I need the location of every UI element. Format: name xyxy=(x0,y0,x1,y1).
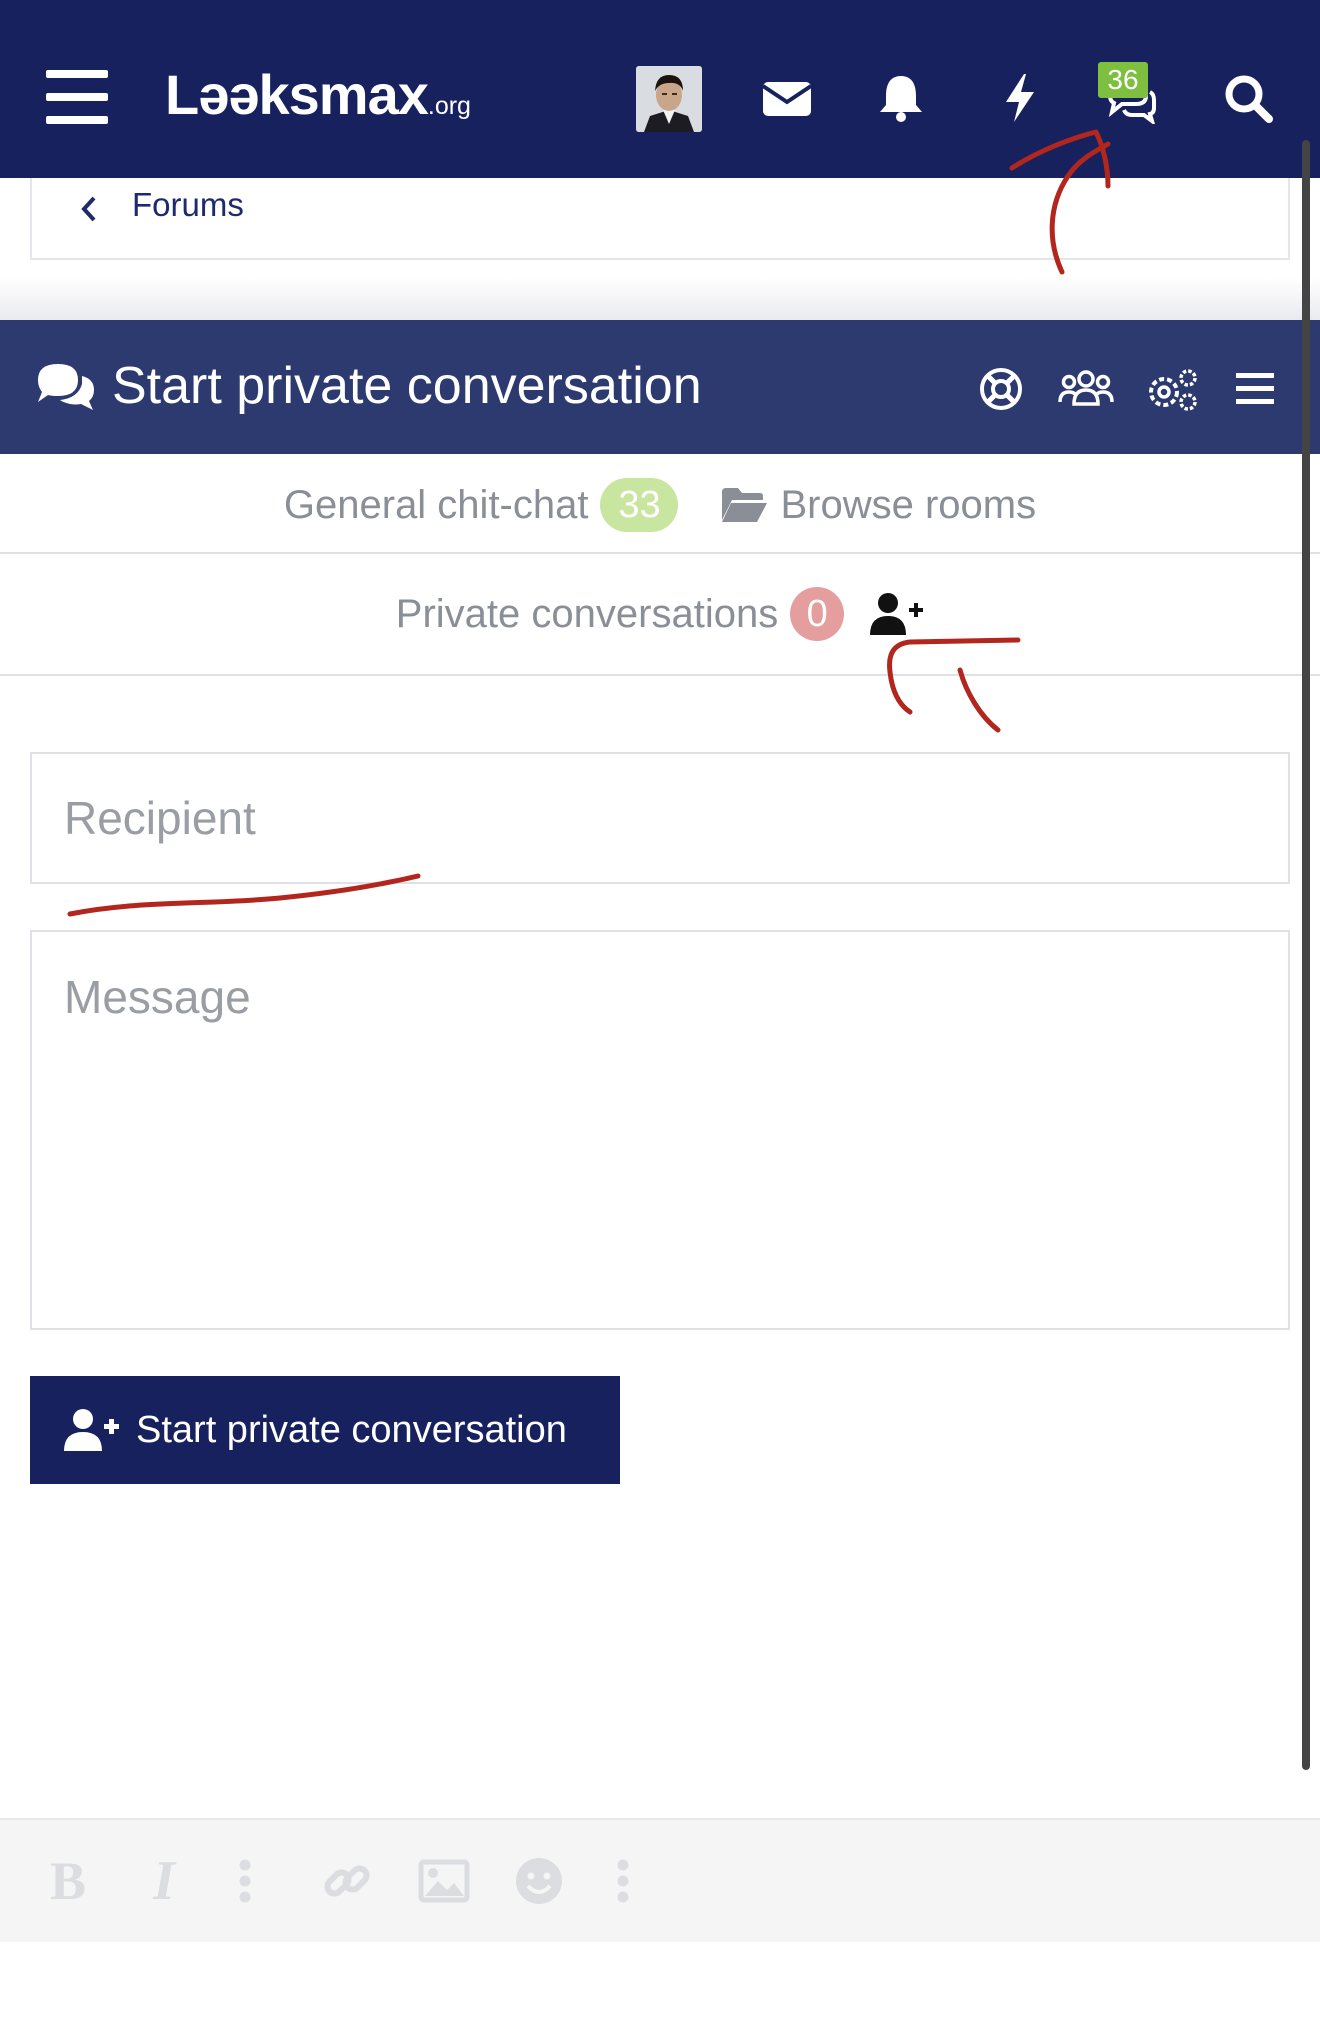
link-icon[interactable] xyxy=(322,1850,372,1912)
logo-text: Lǝǝksmax xyxy=(165,63,429,126)
general-chat-count: 33 xyxy=(600,478,679,532)
room-nav: General chit-chat 33 Browse rooms xyxy=(0,454,1320,554)
search-icon[interactable] xyxy=(1222,72,1276,124)
browse-rooms-link[interactable]: Browse rooms xyxy=(780,483,1036,528)
more-options-icon[interactable] xyxy=(238,1850,252,1912)
hamburger-icon[interactable] xyxy=(46,70,108,124)
folder-open-icon xyxy=(722,488,768,522)
lifebuoy-icon[interactable] xyxy=(978,366,1024,412)
message-field[interactable] xyxy=(30,930,1290,1330)
users-icon[interactable] xyxy=(1058,366,1114,412)
logo-suffix: .org xyxy=(427,92,471,120)
general-chat-link[interactable]: General chit-chat xyxy=(284,483,589,528)
italic-icon[interactable]: I xyxy=(144,1850,184,1912)
breadcrumb-label[interactable]: Forums xyxy=(132,186,244,224)
settings-icon[interactable] xyxy=(1144,366,1200,412)
avatar[interactable] xyxy=(636,66,702,132)
section-divider xyxy=(0,278,1320,320)
message-input[interactable] xyxy=(32,932,1288,1328)
scrollbar[interactable] xyxy=(1302,140,1310,1770)
chevron-left-icon xyxy=(81,196,96,222)
smiley-icon[interactable] xyxy=(514,1850,564,1912)
annotation-mark xyxy=(957,667,1001,733)
envelope-icon[interactable] xyxy=(760,72,814,124)
start-conversation-button[interactable]: Start private conversation xyxy=(30,1376,620,1484)
menu-icon[interactable] xyxy=(1232,366,1278,412)
site-header: Lǝǝksmax.org 36 xyxy=(0,0,1320,178)
bell-icon[interactable] xyxy=(874,72,928,124)
chat-header: Start private conversation xyxy=(0,320,1320,454)
bold-icon[interactable]: B xyxy=(46,1850,90,1912)
private-conversations-count: 0 xyxy=(790,587,845,641)
chat-count-badge: 36 xyxy=(1098,62,1148,98)
private-conversations-link[interactable]: Private conversations xyxy=(396,592,778,637)
editor-toolbar: B I xyxy=(0,1818,1320,1942)
chat-bubbles-icon xyxy=(38,364,94,410)
private-nav: Private conversations 0 xyxy=(0,554,1320,676)
recipient-input[interactable] xyxy=(32,754,1288,882)
recipient-field[interactable] xyxy=(30,752,1290,884)
chat-title: Start private conversation xyxy=(112,357,702,415)
image-icon[interactable] xyxy=(418,1850,470,1912)
site-logo[interactable]: Lǝǝksmax.org xyxy=(165,62,471,127)
add-user-icon xyxy=(64,1409,119,1451)
add-user-icon[interactable] xyxy=(868,591,924,637)
start-conversation-label: Start private conversation xyxy=(136,1408,567,1451)
bolt-icon[interactable] xyxy=(994,72,1048,124)
more-options-icon[interactable] xyxy=(616,1850,630,1912)
